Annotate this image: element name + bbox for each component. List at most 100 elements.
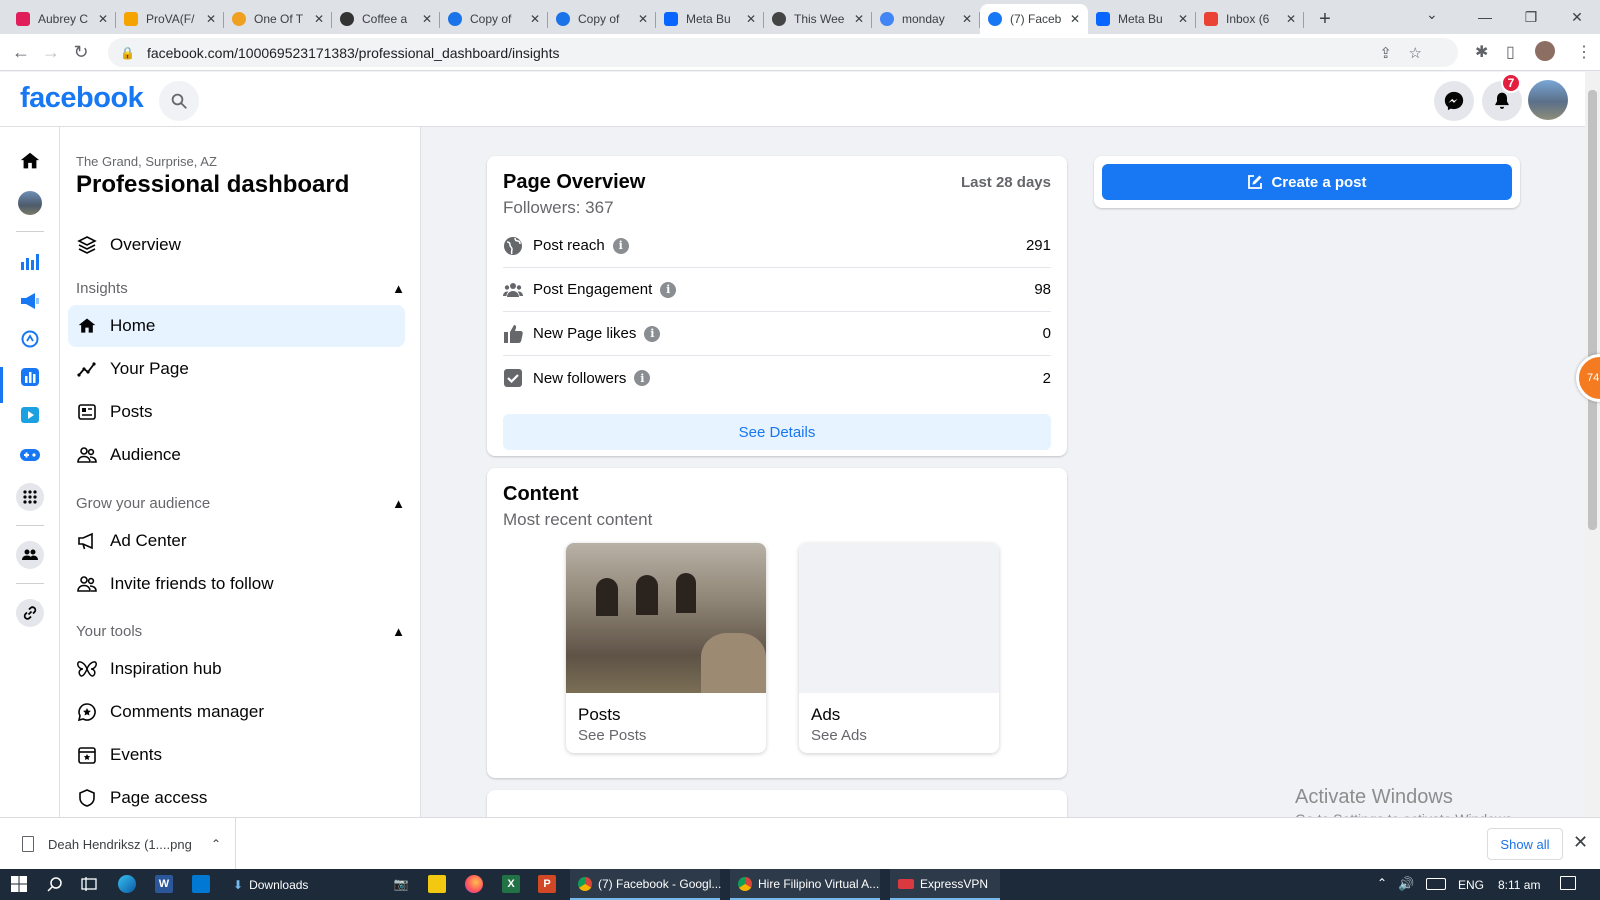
messenger-button[interactable]	[1434, 81, 1474, 121]
taskbar-app-expressvpn[interactable]: ExpressVPN	[890, 869, 1000, 900]
create-post-button[interactable]: Create a post	[1102, 164, 1512, 200]
tab-close-icon[interactable]: ✕	[206, 12, 216, 26]
camera-icon[interactable]: 📷	[392, 875, 410, 893]
people-group-icon[interactable]	[16, 541, 44, 569]
volume-icon[interactable]: 🔊	[1398, 876, 1414, 892]
tab-close-icon[interactable]: ✕	[1178, 12, 1188, 26]
tab-close-icon[interactable]: ✕	[746, 12, 756, 26]
language-indicator[interactable]: ENG	[1458, 878, 1484, 892]
taskbar-app-downloads[interactable]: ⬇ Downloads	[225, 869, 316, 900]
grow-section-header[interactable]: Grow your audience ▲	[76, 495, 405, 512]
edge-browser-icon[interactable]	[118, 875, 136, 893]
search-button[interactable]	[159, 81, 199, 121]
back-icon[interactable]: ←	[6, 42, 36, 63]
ad-megaphone-icon[interactable]	[18, 289, 42, 313]
video-play-icon[interactable]	[18, 403, 42, 427]
account-avatar[interactable]	[1528, 80, 1568, 120]
info-icon[interactable]: i	[644, 325, 661, 342]
store-icon[interactable]	[428, 875, 446, 893]
browser-tab[interactable]: ProVA(F/✕	[116, 4, 224, 34]
tools-section-header[interactable]: Your tools ▲	[76, 623, 405, 640]
excel-icon[interactable]: X	[502, 875, 520, 893]
page-scrollbar[interactable]	[1585, 72, 1600, 817]
link-icon[interactable]	[16, 599, 44, 627]
keyboard-icon[interactable]	[1426, 878, 1446, 890]
browser-tab[interactable]: Meta Bu ✕	[656, 4, 764, 34]
info-icon[interactable]: i	[612, 237, 629, 254]
posts-tile[interactable]: Posts See Posts	[566, 543, 766, 753]
action-center-icon[interactable]	[1560, 876, 1576, 890]
lock-icon[interactable]: 🔒	[120, 46, 135, 60]
address-bar[interactable]: 🔒 facebook.com/100069523171383/professio…	[108, 38, 1458, 67]
close-download-bar-icon[interactable]: ✕	[1573, 832, 1588, 853]
browser-tab[interactable]: Meta Bu ✕	[1088, 4, 1196, 34]
forward-icon[interactable]: →	[36, 42, 66, 63]
sidebar-item-inspiration-hub[interactable]: Inspiration hub	[68, 648, 405, 690]
tab-close-icon[interactable]: ✕	[1070, 12, 1080, 26]
profile-avatar-icon[interactable]	[1535, 41, 1555, 61]
tab-close-icon[interactable]: ✕	[962, 12, 972, 26]
download-item[interactable]: Deah Hendriksz (1....png ⌃	[0, 818, 236, 870]
scrollbar-thumb[interactable]	[1588, 90, 1597, 530]
tab-close-icon[interactable]: ✕	[98, 12, 108, 26]
taskbar-app-chrome-facebook[interactable]: (7) Facebook - Googl...	[570, 869, 721, 900]
reload-icon[interactable]: ↻	[66, 42, 96, 63]
browser-tab[interactable]: Copy of ✕	[548, 4, 656, 34]
insights-chart-icon[interactable]	[18, 249, 42, 273]
sidebar-item-your-page[interactable]: Your Page	[68, 348, 405, 390]
tab-close-icon[interactable]: ✕	[854, 12, 864, 26]
tab-close-icon[interactable]: ✕	[1286, 12, 1296, 26]
windows-start-icon[interactable]	[10, 875, 28, 893]
taskbar-search-icon[interactable]	[46, 875, 64, 893]
home-rail-icon[interactable]	[18, 149, 42, 173]
info-icon[interactable]: i	[634, 370, 651, 386]
browser-menu-icon[interactable]: ⋮	[1576, 42, 1592, 62]
tab-close-icon[interactable]: ✕	[638, 12, 648, 26]
tile-link[interactable]: See Posts	[578, 727, 646, 744]
tray-chevron-up-icon[interactable]: ⌃	[1377, 876, 1387, 890]
bookmark-star-icon[interactable]: ☆	[1409, 44, 1422, 62]
chevron-up-icon[interactable]: ⌃	[211, 837, 221, 851]
insights-section-header[interactable]: Insights ▲	[76, 280, 405, 297]
professional-dashboard-icon[interactable]	[18, 365, 42, 389]
all-apps-grid-icon[interactable]	[16, 483, 44, 511]
tab-close-icon[interactable]: ✕	[314, 12, 324, 26]
powerpoint-icon[interactable]: P	[538, 875, 556, 893]
ads-tile[interactable]: Ads See Ads	[799, 543, 999, 753]
browser-tab-active[interactable]: (7) Faceb ✕	[980, 4, 1088, 34]
sidebar-item-invite-friends[interactable]: Invite friends to follow	[68, 563, 405, 605]
sidebar-item-comments-manager[interactable]: Comments manager	[68, 691, 405, 733]
info-icon[interactable]: i	[660, 281, 677, 298]
browser-tab[interactable]: One Of T ✕	[224, 4, 332, 34]
taskbar-app-chrome-hire[interactable]: Hire Filipino Virtual A...	[730, 869, 880, 900]
sidebar-item-ad-center[interactable]: Ad Center	[68, 520, 405, 562]
task-view-icon[interactable]	[80, 875, 98, 893]
minimize-icon[interactable]: —	[1462, 0, 1508, 34]
browser-tab[interactable]: Copy of ✕	[440, 4, 548, 34]
clock[interactable]: 8:11 am	[1498, 878, 1540, 892]
browser-tab[interactable]: This Wee ✕	[764, 4, 872, 34]
chevron-up-icon[interactable]: ▲	[392, 624, 405, 639]
sidebar-item-home[interactable]: Home	[68, 305, 405, 347]
tab-search-icon[interactable]: ⌄	[1426, 6, 1438, 23]
sidebar-item-page-access[interactable]: Page access	[68, 777, 405, 817]
extensions-icon[interactable]: ✱	[1475, 42, 1488, 62]
new-tab-button[interactable]: +	[1310, 4, 1340, 34]
browser-tab[interactable]: Inbox (6 ✕	[1196, 4, 1304, 34]
sidebar-item-posts[interactable]: Posts	[68, 391, 405, 433]
tab-close-icon[interactable]: ✕	[530, 12, 540, 26]
chevron-up-icon[interactable]: ▲	[392, 281, 405, 296]
side-panel-icon[interactable]: ▯	[1506, 42, 1515, 62]
tab-close-icon[interactable]: ✕	[422, 12, 432, 26]
sidebar-item-events[interactable]: Events	[68, 734, 405, 776]
mail-icon[interactable]	[192, 875, 210, 893]
close-window-icon[interactable]: ✕	[1554, 0, 1600, 34]
tile-link[interactable]: See Ads	[811, 727, 867, 744]
see-details-button[interactable]: See Details	[503, 414, 1051, 450]
facebook-logo[interactable]: facebook	[20, 82, 144, 115]
browser-tab[interactable]: monday ✕	[872, 4, 980, 34]
show-all-downloads-button[interactable]: Show all	[1487, 828, 1563, 860]
share-icon[interactable]: ⇪	[1379, 44, 1392, 62]
sidebar-item-overview[interactable]: Overview	[68, 224, 405, 266]
word-icon[interactable]: W	[155, 875, 173, 893]
